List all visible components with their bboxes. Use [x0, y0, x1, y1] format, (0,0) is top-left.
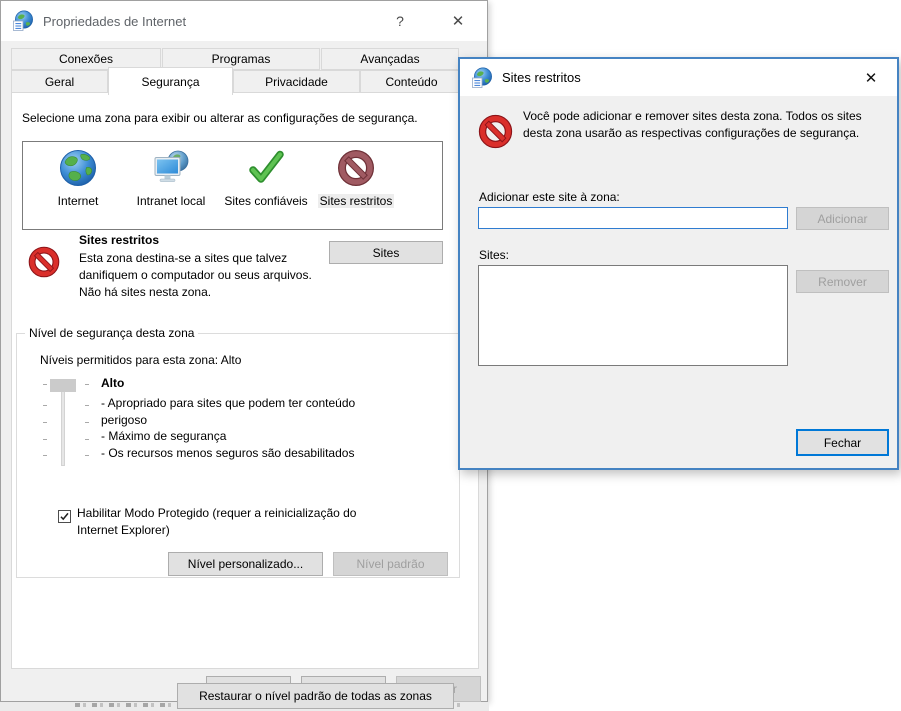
- level-detail-line: - Os recursos menos seguros são desabili…: [101, 445, 403, 462]
- add-button[interactable]: Adicionar: [796, 207, 889, 230]
- default-level-button[interactable]: Nível padrão: [333, 552, 448, 576]
- zone-description-text: Esta zona destina-se a sites que talvez …: [79, 251, 312, 282]
- level-detail-line: - Máximo de segurança: [101, 428, 403, 445]
- allowed-levels-text: Níveis permitidos para esta zona: Alto: [40, 353, 241, 367]
- dialog-title: Sites restritos: [502, 70, 581, 85]
- intranet-icon: [151, 148, 191, 191]
- dialog-title: Propriedades de Internet: [43, 14, 186, 29]
- slider-tick: [43, 455, 47, 456]
- tab-conteudo[interactable]: Conteúdo: [360, 70, 463, 93]
- internet-properties-dialog: Propriedades de Internet ? ✕ Conexões Pr…: [0, 0, 488, 702]
- security-level-slider[interactable]: [41, 374, 97, 474]
- selected-zone-description: Esta zona destina-se a sites que talvez …: [79, 250, 327, 301]
- restricted-sites-icon: [336, 148, 376, 191]
- slider-track: [61, 380, 65, 466]
- custom-level-button[interactable]: Nível personalizado...: [168, 552, 323, 576]
- tab-label: Avançadas: [360, 52, 419, 66]
- slider-tick: [85, 384, 89, 385]
- security-level-group: Nível de segurança desta zona Níveis per…: [16, 333, 460, 578]
- tab-label: Privacidade: [265, 75, 328, 89]
- restricted-sites-dialog-icon: [471, 67, 493, 89]
- tab-label: Conexões: [59, 52, 113, 66]
- remove-button[interactable]: Remover: [796, 270, 889, 293]
- slider-tick: [85, 405, 89, 406]
- internet-properties-icon: [12, 10, 34, 32]
- level-details: - Apropriado para sites que podem ter co…: [101, 395, 403, 461]
- zone-list: Internet: [22, 141, 443, 230]
- dialog-description: Você pode adicionar e remover sites dest…: [523, 108, 879, 142]
- zone-label: Sites confiáveis: [224, 194, 307, 208]
- desktop: Propriedades de Internet ? ✕ Conexões Pr…: [0, 0, 901, 711]
- slider-tick: [85, 422, 89, 423]
- zone-item-internet[interactable]: Internet: [26, 148, 130, 208]
- level-detail-line: - Apropriado para sites que podem ter co…: [101, 395, 403, 428]
- internet-globe-icon: [58, 148, 98, 191]
- checkmark-icon: [59, 511, 70, 522]
- add-site-input[interactable]: [478, 207, 788, 229]
- tab-avancadas[interactable]: Avançadas: [321, 48, 459, 70]
- internet-properties-titlebar: Propriedades de Internet ? ✕: [1, 1, 487, 41]
- fechar-button[interactable]: Fechar: [796, 429, 889, 456]
- tab-geral[interactable]: Geral: [11, 70, 108, 93]
- zone-label: Sites restritos: [318, 194, 395, 208]
- restricted-zone-icon: [27, 245, 61, 282]
- level-name: Alto: [101, 376, 124, 390]
- trusted-sites-check-icon: [246, 148, 286, 191]
- help-button[interactable]: ?: [382, 1, 418, 41]
- slider-tick: [85, 439, 89, 440]
- slider-tick: [85, 455, 89, 456]
- sites-button[interactable]: Sites: [329, 241, 443, 264]
- zone-label: Intranet local: [137, 194, 206, 208]
- selected-zone-name: Sites restritos: [79, 233, 159, 247]
- zone-empty-note: Não há sites nesta zona.: [79, 285, 211, 299]
- tab-seguranca-active[interactable]: Segurança: [108, 67, 233, 95]
- tab-label: Segurança: [141, 75, 199, 89]
- tab-label: Programas: [212, 52, 271, 66]
- protected-mode-label: Habilitar Modo Protegido (requer a reini…: [77, 505, 381, 538]
- security-tab-panel: Selecione uma zona para exibir ou altera…: [11, 92, 479, 669]
- zone-item-intranet-local[interactable]: Intranet local: [119, 148, 223, 208]
- restricted-sites-dialog: Sites restritos ✕ Você pode adicionar e …: [458, 57, 899, 470]
- zone-label: Internet: [58, 194, 99, 208]
- zone-item-sites-restritos[interactable]: Sites restritos: [304, 148, 408, 208]
- sites-list-label: Sites:: [479, 248, 509, 262]
- close-icon[interactable]: ✕: [437, 1, 479, 41]
- slider-thumb[interactable]: [50, 379, 76, 392]
- tab-privacidade[interactable]: Privacidade: [233, 70, 360, 93]
- add-site-label: Adicionar este site à zona:: [479, 190, 620, 204]
- zone-item-sites-confiaveis[interactable]: Sites confiáveis: [214, 148, 318, 208]
- close-icon[interactable]: ✕: [851, 59, 891, 96]
- slider-tick: [43, 384, 47, 385]
- restore-default-button[interactable]: Restaurar o nível padrão de todas as zon…: [177, 683, 454, 709]
- slider-tick: [43, 422, 47, 423]
- group-title: Nível de segurança desta zona: [25, 326, 198, 340]
- zone-intro-text: Selecione uma zona para exibir ou altera…: [22, 111, 472, 125]
- restricted-zone-icon: [477, 113, 514, 153]
- tab-label: Geral: [45, 75, 74, 89]
- slider-tick: [43, 439, 47, 440]
- slider-tick: [43, 405, 47, 406]
- restricted-sites-titlebar: Sites restritos ✕: [460, 59, 897, 96]
- sites-listbox[interactable]: [478, 265, 788, 366]
- protected-mode-checkbox[interactable]: [58, 510, 71, 523]
- tab-label: Conteúdo: [385, 75, 437, 89]
